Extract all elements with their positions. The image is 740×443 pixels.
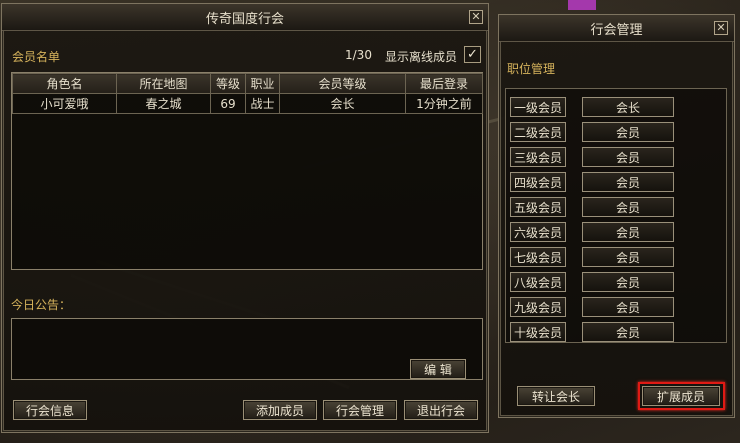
- list-item: 四级会员 会员: [506, 172, 726, 192]
- member-map: 春之城: [116, 93, 211, 114]
- rank-name: 十级会员: [510, 322, 566, 342]
- list-item: 十级会员 会员: [506, 322, 726, 342]
- list-item: 七级会员 会员: [506, 247, 726, 267]
- rank-role-field[interactable]: 会员: [582, 122, 674, 142]
- list-item: 三级会员 会员: [506, 147, 726, 167]
- rank-role-field[interactable]: 会员: [582, 172, 674, 192]
- show-offline-label: 显示离线成员: [385, 50, 458, 64]
- list-item: 五级会员 会员: [506, 197, 726, 217]
- notice-label: 今日公告：: [11, 298, 72, 312]
- member-last-login: 1分钟之前: [405, 93, 483, 114]
- table-row[interactable]: 小可爱哦 春之城 69 战士 会长 1分钟之前: [12, 93, 483, 114]
- rank-role-field[interactable]: 会员: [582, 247, 674, 267]
- rank-role-field[interactable]: 会员: [582, 297, 674, 317]
- guild-info-button[interactable]: 行会信息: [13, 400, 87, 420]
- member-level: 69: [210, 93, 246, 114]
- member-name: 小可爱哦: [12, 93, 117, 114]
- column-header-class[interactable]: 职业: [245, 73, 280, 94]
- rank-name: 一级会员: [510, 97, 566, 117]
- member-list-label: 会员名单: [12, 50, 61, 64]
- edit-notice-button[interactable]: 编 辑: [410, 359, 466, 379]
- column-header-rank[interactable]: 会员等级: [279, 73, 406, 94]
- rank-list: 一级会员 会长 二级会员 会员 三级会员 会员 四级会员 会员 五级会员 会员 六级会员 会员 七级会员…: [505, 88, 727, 343]
- member-table-header: 角色名 所在地图 等级 职业 会员等级 最后登录: [12, 73, 483, 94]
- transfer-leader-button[interactable]: 转让会长: [517, 386, 595, 406]
- column-header-level[interactable]: 等级: [210, 73, 246, 94]
- member-class: 战士: [245, 93, 280, 114]
- manage-window-title: 行会管理: [590, 22, 643, 38]
- rank-name: 九级会员: [510, 297, 566, 317]
- add-member-button[interactable]: 添加成员: [243, 400, 317, 420]
- column-header-last-login[interactable]: 最后登录: [405, 73, 483, 94]
- list-item: 一级会员 会长: [506, 97, 726, 117]
- show-offline-checkbox[interactable]: ✓: [464, 46, 481, 63]
- manage-close-icon[interactable]: ✕: [714, 21, 728, 35]
- rank-role-field[interactable]: 会员: [582, 222, 674, 242]
- rank-role-field[interactable]: 会员: [582, 322, 674, 342]
- rank-name: 二级会员: [510, 122, 566, 142]
- column-header-map[interactable]: 所在地图: [116, 73, 211, 94]
- rank-name: 八级会员: [510, 272, 566, 292]
- guild-close-icon[interactable]: ✕: [469, 10, 483, 24]
- member-count: 1/30: [345, 48, 372, 62]
- member-rank: 会长: [279, 93, 406, 114]
- member-table: 角色名 所在地图 等级 职业 会员等级 最后登录 小可爱哦 春之城 69 战士 …: [11, 72, 483, 270]
- rank-role-field[interactable]: 会员: [582, 272, 674, 292]
- guild-window-title: 传奇国度行会: [205, 11, 284, 27]
- column-header-name[interactable]: 角色名: [12, 73, 117, 94]
- rank-role-field[interactable]: 会员: [582, 197, 674, 217]
- list-item: 八级会员 会员: [506, 272, 726, 292]
- rank-role-field[interactable]: 会长: [582, 97, 674, 117]
- position-management-label: 职位管理: [507, 62, 556, 76]
- list-item: 二级会员 会员: [506, 122, 726, 142]
- rank-name: 三级会员: [510, 147, 566, 167]
- rank-name: 四级会员: [510, 172, 566, 192]
- list-item: 九级会员 会员: [506, 297, 726, 317]
- leave-guild-button[interactable]: 退出行会: [404, 400, 478, 420]
- guild-window-titlebar[interactable]: 传奇国度行会: [2, 4, 488, 31]
- rank-name: 七级会员: [510, 247, 566, 267]
- rank-name: 六级会员: [510, 222, 566, 242]
- list-item: 六级会员 会员: [506, 222, 726, 242]
- guild-manage-button[interactable]: 行会管理: [323, 400, 397, 420]
- expand-members-highlight: [638, 382, 725, 410]
- manage-window-titlebar[interactable]: 行会管理: [499, 15, 734, 42]
- rank-role-field[interactable]: 会员: [582, 147, 674, 167]
- rank-name: 五级会员: [510, 197, 566, 217]
